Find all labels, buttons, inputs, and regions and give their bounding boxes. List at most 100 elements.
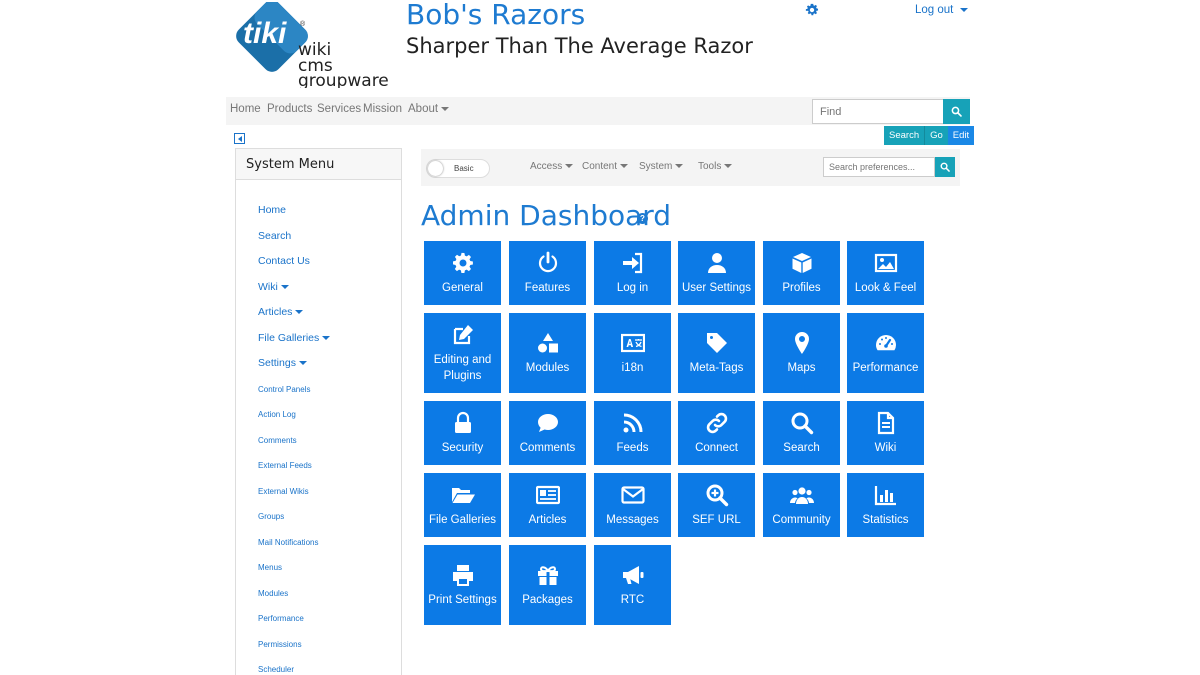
tile-profiles[interactable]: Profiles [763, 241, 840, 305]
tile-meta-tags[interactable]: Meta-Tags [678, 313, 755, 393]
sidebar-item-search[interactable]: Search [258, 230, 291, 242]
tile-user-settings[interactable]: User Settings [678, 241, 755, 305]
find-search-button[interactable] [943, 99, 970, 124]
nav-home[interactable]: Home [230, 103, 261, 115]
tile-security[interactable]: Security [424, 401, 501, 465]
search-icon [951, 106, 962, 117]
caret-down-icon [280, 285, 289, 290]
sidebar-item-wiki[interactable]: Wiki [258, 281, 289, 293]
sidebar-item-label: Articles [258, 306, 293, 318]
tile-general[interactable]: General [424, 241, 501, 305]
nav-services[interactable]: Services [317, 103, 361, 115]
comment-icon [537, 413, 558, 432]
tile-modules[interactable]: Modules [509, 313, 586, 393]
tile-label: Search [783, 441, 820, 454]
nav-about[interactable]: About [408, 103, 450, 115]
sidebar-item-menus[interactable]: Menus [258, 563, 282, 572]
tile-community[interactable]: Community [763, 473, 840, 537]
tile-print-settings[interactable]: Print Settings [424, 545, 501, 625]
sidebar-item-groups[interactable]: Groups [258, 512, 284, 521]
nav-products[interactable]: Products [267, 103, 312, 115]
gear-icon[interactable] [805, 3, 819, 17]
tile-sef-url[interactable]: SEF URL [678, 473, 755, 537]
toggle-label: Basic [454, 164, 474, 173]
tile-articles[interactable]: Articles [509, 473, 586, 537]
menu-tools[interactable]: Tools [698, 161, 733, 172]
menu-access[interactable]: Access [530, 161, 574, 172]
sidebar-item-home[interactable]: Home [258, 204, 286, 216]
sidebar-item-permissions[interactable]: Permissions [258, 640, 302, 649]
tile-messages[interactable]: Messages [594, 473, 671, 537]
sidebar-item-external-feeds[interactable]: External Feeds [258, 461, 312, 470]
tile-feeds[interactable]: Feeds [594, 401, 671, 465]
tile-label: Community [772, 513, 831, 526]
search-preferences-button[interactable] [935, 157, 955, 177]
sidebar-item-contact-us[interactable]: Contact Us [258, 255, 310, 267]
tile-label: Feeds [616, 441, 649, 454]
site-title[interactable]: Bob's Razors [406, 0, 585, 31]
language-icon [620, 333, 645, 352]
tiki-logo[interactable]: tiki ® wiki cms groupware [230, 2, 392, 88]
sidebar-item-scheduler[interactable]: Scheduler [258, 665, 294, 674]
find-input[interactable] [812, 99, 944, 124]
tile-search[interactable]: Search [763, 401, 840, 465]
question-circle-icon[interactable]: ? [637, 213, 648, 224]
tile-packages[interactable]: Packages [509, 545, 586, 625]
tile-editing-and-plugins[interactable]: Editing and Plugins [424, 313, 501, 393]
tile-label: SEF URL [692, 513, 741, 526]
basic-advanced-toggle[interactable]: Basic [426, 159, 490, 178]
tile-label: Performance [852, 361, 919, 374]
tile-maps[interactable]: Maps [763, 313, 840, 393]
system-menu: System Menu Home Search Contact Us Wiki … [235, 148, 402, 675]
tile-label: User Settings [681, 281, 752, 294]
logout-menu[interactable]: Log out [915, 4, 969, 16]
sidebar-item-file-galleries[interactable]: File Galleries [258, 332, 331, 344]
tile-label: Maps [787, 361, 816, 374]
sign-in-icon [622, 252, 642, 273]
tile-label: Features [524, 281, 571, 294]
tile-wiki[interactable]: Wiki [847, 401, 924, 465]
tile-statistics[interactable]: Statistics [847, 473, 924, 537]
menu-system[interactable]: System [639, 161, 684, 172]
sidebar-item-mail-notifications[interactable]: Mail Notifications [258, 538, 318, 547]
sidebar-item-settings[interactable]: Settings [258, 357, 307, 369]
caret-down-icon [295, 310, 304, 315]
tile-label: Statistics [862, 513, 909, 526]
search-button[interactable]: Search [884, 126, 925, 145]
cube-icon [792, 252, 811, 273]
rss-icon [623, 413, 642, 432]
tile-comments[interactable]: Comments [509, 401, 586, 465]
sidebar-item-external-wikis[interactable]: External Wikis [258, 487, 309, 496]
nav-mission[interactable]: Mission [363, 103, 402, 115]
tile-features[interactable]: Features [509, 241, 586, 305]
tile-label: Meta-Tags [689, 361, 744, 374]
admin-toolbar: Basic Access Content System Tools [421, 149, 960, 186]
sidebar-item-action-log[interactable]: Action Log [258, 410, 296, 419]
tile-label: File Galleries [428, 513, 497, 526]
menu-content[interactable]: Content [582, 161, 629, 172]
search-icon [940, 162, 950, 172]
search-preferences-input[interactable] [823, 157, 935, 177]
tile-log-in[interactable]: Log in [594, 241, 671, 305]
tile-file-galleries[interactable]: File Galleries [424, 473, 501, 537]
tile-look-and-feel[interactable]: Look & Feel [847, 241, 924, 305]
tile-label: Wiki [874, 441, 897, 454]
sidebar-item-articles[interactable]: Articles [258, 306, 304, 318]
sidebar-item-performance[interactable]: Performance [258, 614, 304, 623]
collapse-sidebar-icon[interactable] [234, 133, 245, 144]
edit-button[interactable]: Edit [947, 126, 975, 145]
sidebar-item-comments[interactable]: Comments [258, 436, 297, 445]
sidebar-item-modules[interactable]: Modules [258, 589, 288, 598]
tile-performance[interactable]: Performance [847, 313, 924, 393]
sidebar-item-label: File Galleries [258, 332, 320, 344]
tile-i18n[interactable]: i18n [594, 313, 671, 393]
tile-label: Articles [528, 513, 567, 526]
tile-label: Modules [525, 361, 570, 374]
tile-rtc[interactable]: RTC [594, 545, 671, 625]
caret-down-icon [441, 106, 450, 111]
go-button[interactable]: Go [924, 126, 948, 145]
svg-text:tiki: tiki [243, 17, 287, 50]
sidebar-item-control-panels[interactable]: Control Panels [258, 385, 310, 394]
tile-label: Profiles [782, 281, 821, 294]
tile-connect[interactable]: Connect [678, 401, 755, 465]
